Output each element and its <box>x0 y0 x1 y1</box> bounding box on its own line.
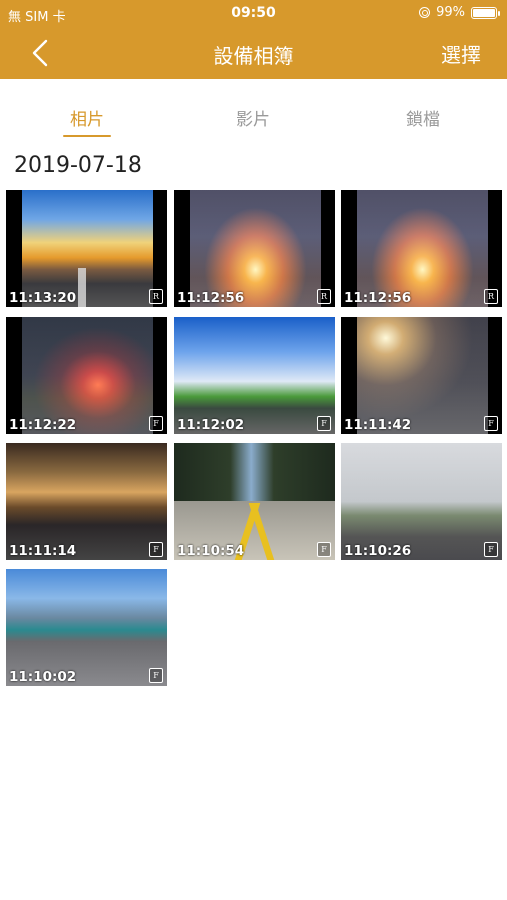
tab-photos-label: 相片 <box>70 110 104 130</box>
record-type-badge: F <box>317 542 331 557</box>
thumbnail-time: 11:12:02 <box>177 417 245 433</box>
record-type-badge: F <box>484 542 498 557</box>
page-title: 設備相簿 <box>213 44 294 68</box>
photo-thumbnail[interactable]: 11:12:56 R <box>341 190 502 307</box>
thumbnail-time: 11:11:42 <box>344 417 412 433</box>
tab-locked-label: 鎖檔 <box>406 110 440 130</box>
date-header: 2019-07-18 <box>14 153 142 178</box>
nav-bar: 設備相簿 選擇 <box>0 28 507 79</box>
record-type-badge: F <box>149 416 163 431</box>
record-type-badge: F <box>317 416 331 431</box>
select-button[interactable]: 選擇 <box>441 39 481 68</box>
photo-thumbnail[interactable]: 11:10:02 F <box>6 569 167 686</box>
thumbnail-time: 11:10:02 <box>9 669 77 685</box>
photo-thumbnail[interactable]: 11:12:02 F <box>174 317 335 434</box>
photo-thumbnail[interactable]: 11:10:26 F <box>341 443 502 560</box>
orientation-lock-icon <box>419 7 431 18</box>
photo-thumbnail[interactable]: 11:11:14 F <box>6 443 167 560</box>
photo-thumbnail[interactable]: 11:12:56 R <box>174 190 335 307</box>
record-type-badge: F <box>149 668 163 683</box>
thumbnail-time: 11:10:54 <box>177 543 245 559</box>
status-bar: 無 SIM 卡 09:50 99% <box>0 0 507 28</box>
media-tabs: 相片 影片 鎖檔 <box>0 95 507 139</box>
thumbnail-time: 11:12:22 <box>9 417 77 433</box>
tab-locked[interactable]: 鎖檔 <box>383 105 463 130</box>
photo-thumbnail[interactable]: 11:11:42 F <box>341 317 502 434</box>
status-right: 99% <box>419 5 500 20</box>
thumbnail-time: 11:10:26 <box>344 543 412 559</box>
thumbnail-time: 11:11:14 <box>9 543 77 559</box>
tab-photos[interactable]: 相片 <box>47 105 127 137</box>
battery-icon <box>471 6 500 19</box>
photo-thumbnail[interactable]: 11:12:22 F <box>6 317 167 434</box>
tab-videos[interactable]: 影片 <box>213 105 293 130</box>
record-type-badge: R <box>484 289 498 304</box>
road-marking <box>78 268 86 307</box>
thumbnail-time: 11:13:20 <box>9 290 77 306</box>
record-type-badge: R <box>317 289 331 304</box>
photo-thumbnail[interactable]: 11:13:20 R <box>6 190 167 307</box>
record-type-badge: R <box>149 289 163 304</box>
record-type-badge: F <box>149 542 163 557</box>
tab-videos-label: 影片 <box>236 110 270 130</box>
thumbnail-time: 11:12:56 <box>177 290 245 306</box>
photo-thumbnail[interactable]: 11:10:54 F <box>174 443 335 560</box>
thumbnail-time: 11:12:56 <box>344 290 412 306</box>
record-type-badge: F <box>484 416 498 431</box>
active-tab-indicator <box>63 135 111 137</box>
battery-percent: 99% <box>436 5 465 20</box>
battery-fill <box>473 8 495 17</box>
app-header: 無 SIM 卡 09:50 99% 設備相簿 選擇 <box>0 0 507 79</box>
